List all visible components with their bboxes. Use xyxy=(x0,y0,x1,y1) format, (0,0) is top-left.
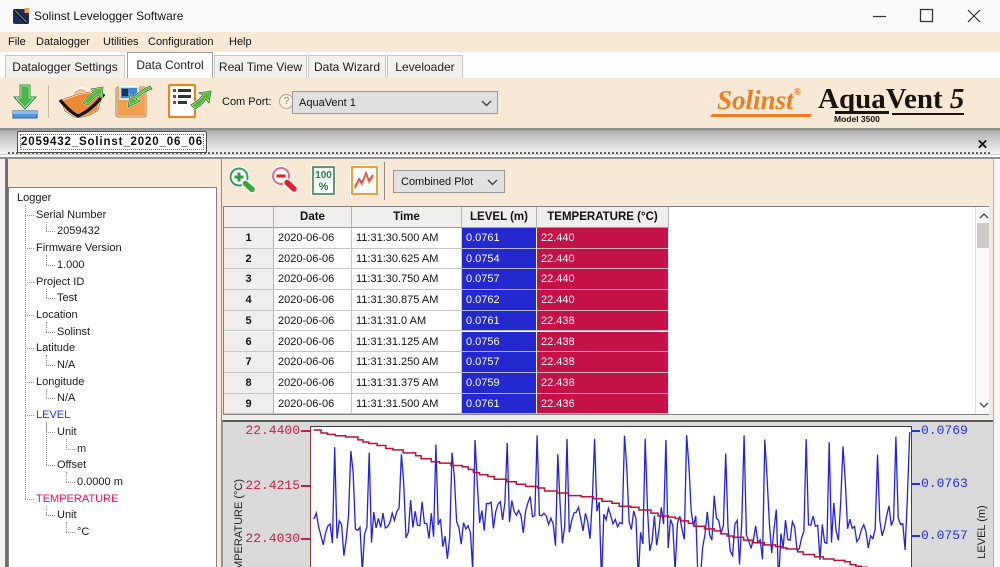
svg-text:%: % xyxy=(319,181,329,193)
svg-text:100: 100 xyxy=(315,170,332,181)
